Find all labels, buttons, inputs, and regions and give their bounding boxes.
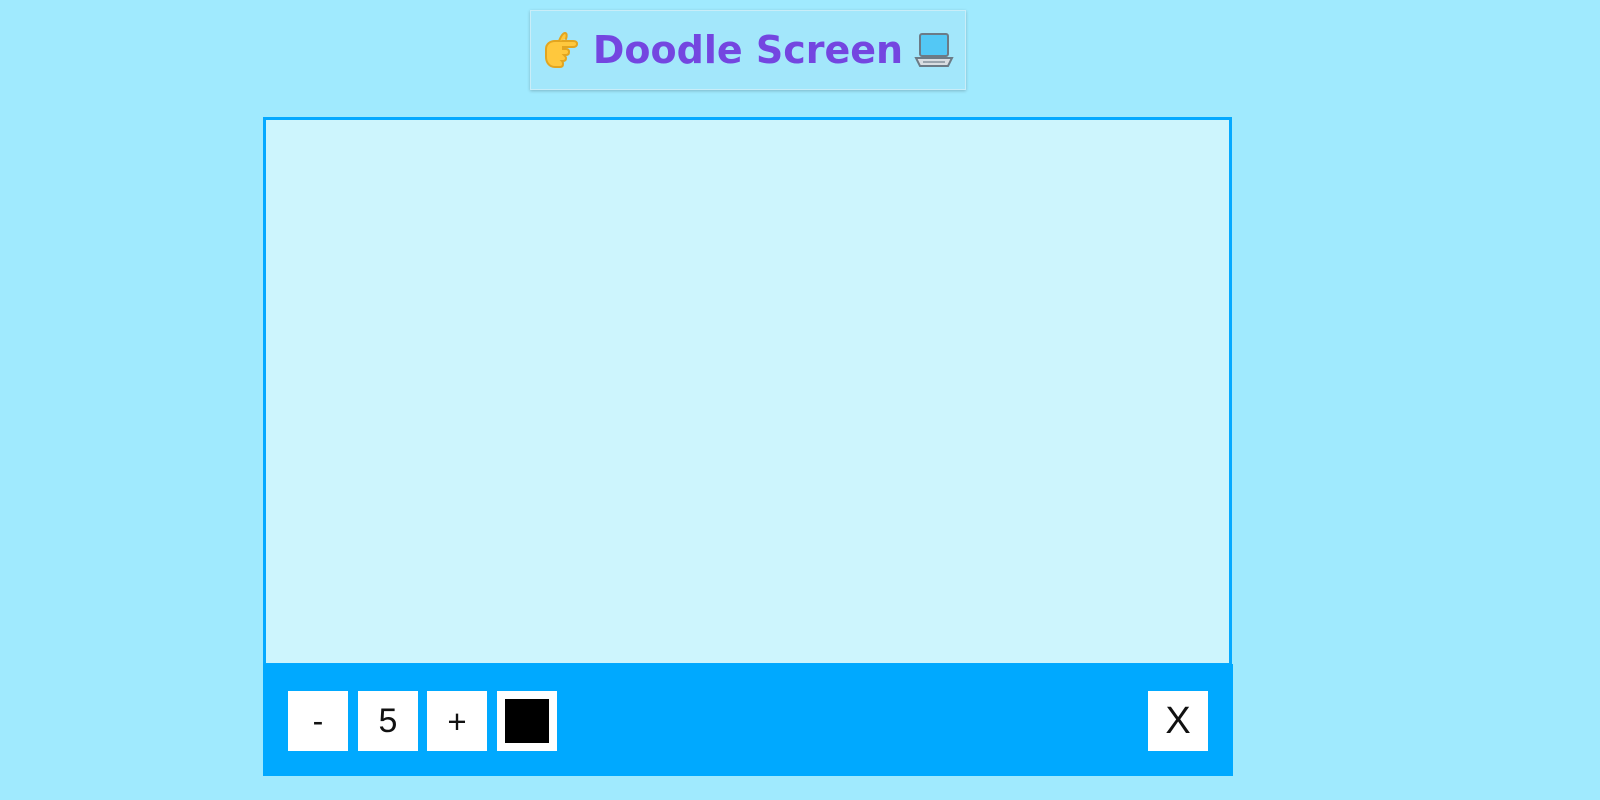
app-title: Doodle Screen: [592, 28, 904, 72]
drawing-toolbar: - 5 + X: [263, 664, 1233, 776]
clear-canvas-button[interactable]: X: [1148, 691, 1208, 751]
laptop-icon: [911, 27, 957, 73]
brush-size-display: 5: [358, 691, 418, 751]
doodle-screen-app: Doodle Screen - 5 + X: [0, 0, 1600, 800]
increase-brush-size-button[interactable]: +: [427, 691, 487, 751]
color-picker-button[interactable]: [497, 691, 557, 751]
pointing-hand-icon: [539, 27, 585, 73]
decrease-brush-size-button[interactable]: -: [288, 691, 348, 751]
selected-color-swatch: [505, 699, 549, 743]
doodle-canvas[interactable]: [263, 117, 1232, 666]
title-banner: Doodle Screen: [530, 10, 966, 90]
